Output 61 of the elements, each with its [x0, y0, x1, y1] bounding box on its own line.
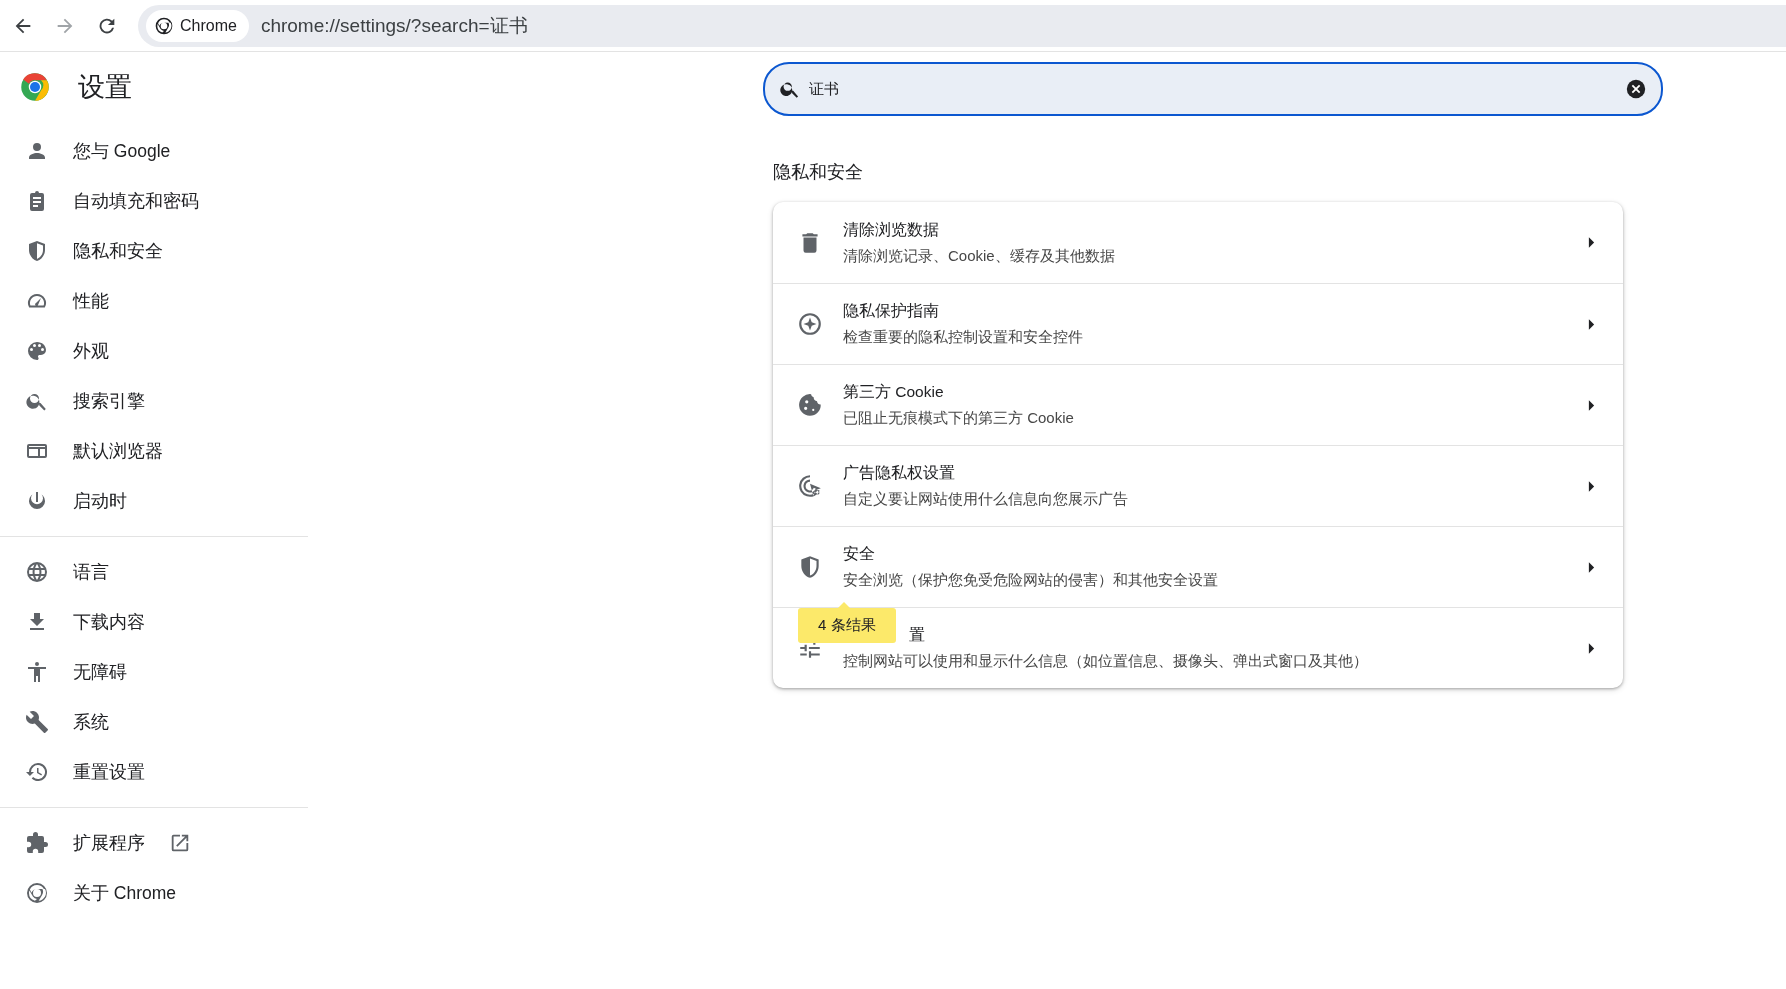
clear-icon[interactable]	[1625, 78, 1647, 100]
site-chip[interactable]: Chrome	[146, 9, 249, 42]
sidebar-item[interactable]: 外观	[0, 326, 308, 376]
external-link-icon[interactable]	[169, 832, 191, 854]
caret-icon	[1588, 642, 1595, 654]
row-title: 隐私保护指南	[843, 301, 939, 321]
bubble-pointer-icon	[838, 602, 850, 608]
sidebar-item[interactable]: 搜索引擎	[0, 376, 308, 426]
row-subtitle: 安全浏览（保护您免受危险网站的侵害）和其他安全设置	[843, 571, 1218, 590]
sidebar-item[interactable]: 您与 Google	[0, 126, 308, 176]
search-field[interactable]: 证书	[763, 62, 1663, 116]
row-title: 清除浏览数据	[843, 219, 939, 240]
row-title: 广告隐私权设置	[843, 463, 955, 483]
settings-title: 设置	[78, 71, 132, 104]
compass-icon	[797, 311, 823, 337]
settings-row[interactable]: 广告隐私权设置 自定义要让网站使用什么信息向您展示广告	[773, 445, 1623, 526]
settings-row[interactable]: 4 条结果 置 控制网站可以使用和显示什么信息（如位置信息、摄像头、弹出式窗口及其他）	[773, 607, 1623, 688]
results-bubble: 4 条结果	[798, 608, 896, 643]
settings-row[interactable]: 第三方 Cookie 已阻止无痕模式下的第三方 Cookie	[773, 364, 1623, 445]
settings-row[interactable]: 安全 安全浏览（保护您免受危险网站的侵害）和其他安全设置	[773, 526, 1623, 607]
row-subtitle: 控制网站可以使用和显示什么信息（如位置信息、摄像头、弹出式窗口及其他）	[843, 652, 1368, 671]
caret-icon	[1588, 318, 1595, 330]
row-title: 第三方 Cookie	[843, 382, 944, 402]
section-heading: 隐私和安全	[773, 161, 864, 184]
address-bar[interactable]: Chrome chrome://settings/?search=证书	[138, 4, 1786, 47]
chrome-icon	[25, 881, 49, 905]
row-subtitle: 已阻止无痕模式下的第三方 Cookie	[843, 409, 1074, 428]
cookie-icon	[797, 392, 823, 418]
sidebar-item[interactable]: 语言	[0, 547, 308, 597]
sidebar-item[interactable]: 启动时	[0, 476, 308, 526]
palette-icon	[25, 339, 49, 363]
sidebar-item[interactable]: 扩展程序	[0, 818, 308, 868]
row-subtitle: 清除浏览记录、Cookie、缓存及其他数据	[843, 246, 1115, 266]
sidebar-item[interactable]: 关于 Chrome	[0, 868, 308, 918]
chrome-icon	[154, 15, 174, 36]
sidebar-item[interactable]: 重置设置	[0, 747, 308, 797]
sidebar-item[interactable]: 无障碍	[0, 647, 308, 697]
history-icon	[25, 760, 49, 784]
caret-icon	[1588, 399, 1595, 411]
sidebar-item[interactable]: 隐私和安全	[0, 226, 308, 276]
sidebar-item[interactable]: 系统	[0, 697, 308, 747]
puzzle-icon	[25, 831, 49, 855]
sidebar-item[interactable]: 性能	[0, 276, 308, 326]
caret-icon	[1588, 237, 1595, 248]
row-title: 置	[909, 625, 925, 645]
row-title: 安全	[843, 544, 875, 564]
globe-icon	[25, 560, 49, 584]
chrome-logo-icon	[20, 72, 50, 102]
settings-row[interactable]: 隐私保护指南 检查重要的隐私控制设置和安全控件	[773, 283, 1623, 364]
sidebar-item[interactable]: 默认浏览器	[0, 426, 308, 476]
wrench-icon	[25, 710, 49, 734]
search-text: 证书	[809, 79, 839, 99]
sidebar-item[interactable]: 自动填充和密码	[0, 176, 308, 226]
row-subtitle: 自定义要让网站使用什么信息向您展示广告	[843, 490, 1128, 509]
accessibility-icon	[25, 660, 49, 684]
row-subtitle: 检查重要的隐私控制设置和安全控件	[843, 328, 1083, 347]
url-text: chrome://settings/?search=证书	[260, 13, 528, 38]
caret-icon	[1588, 561, 1595, 573]
sidebar-item[interactable]: 下载内容	[0, 597, 308, 647]
settings-row[interactable]: 清除浏览数据 清除浏览记录、Cookie、缓存及其他数据	[773, 202, 1623, 283]
caret-icon	[1588, 480, 1595, 492]
